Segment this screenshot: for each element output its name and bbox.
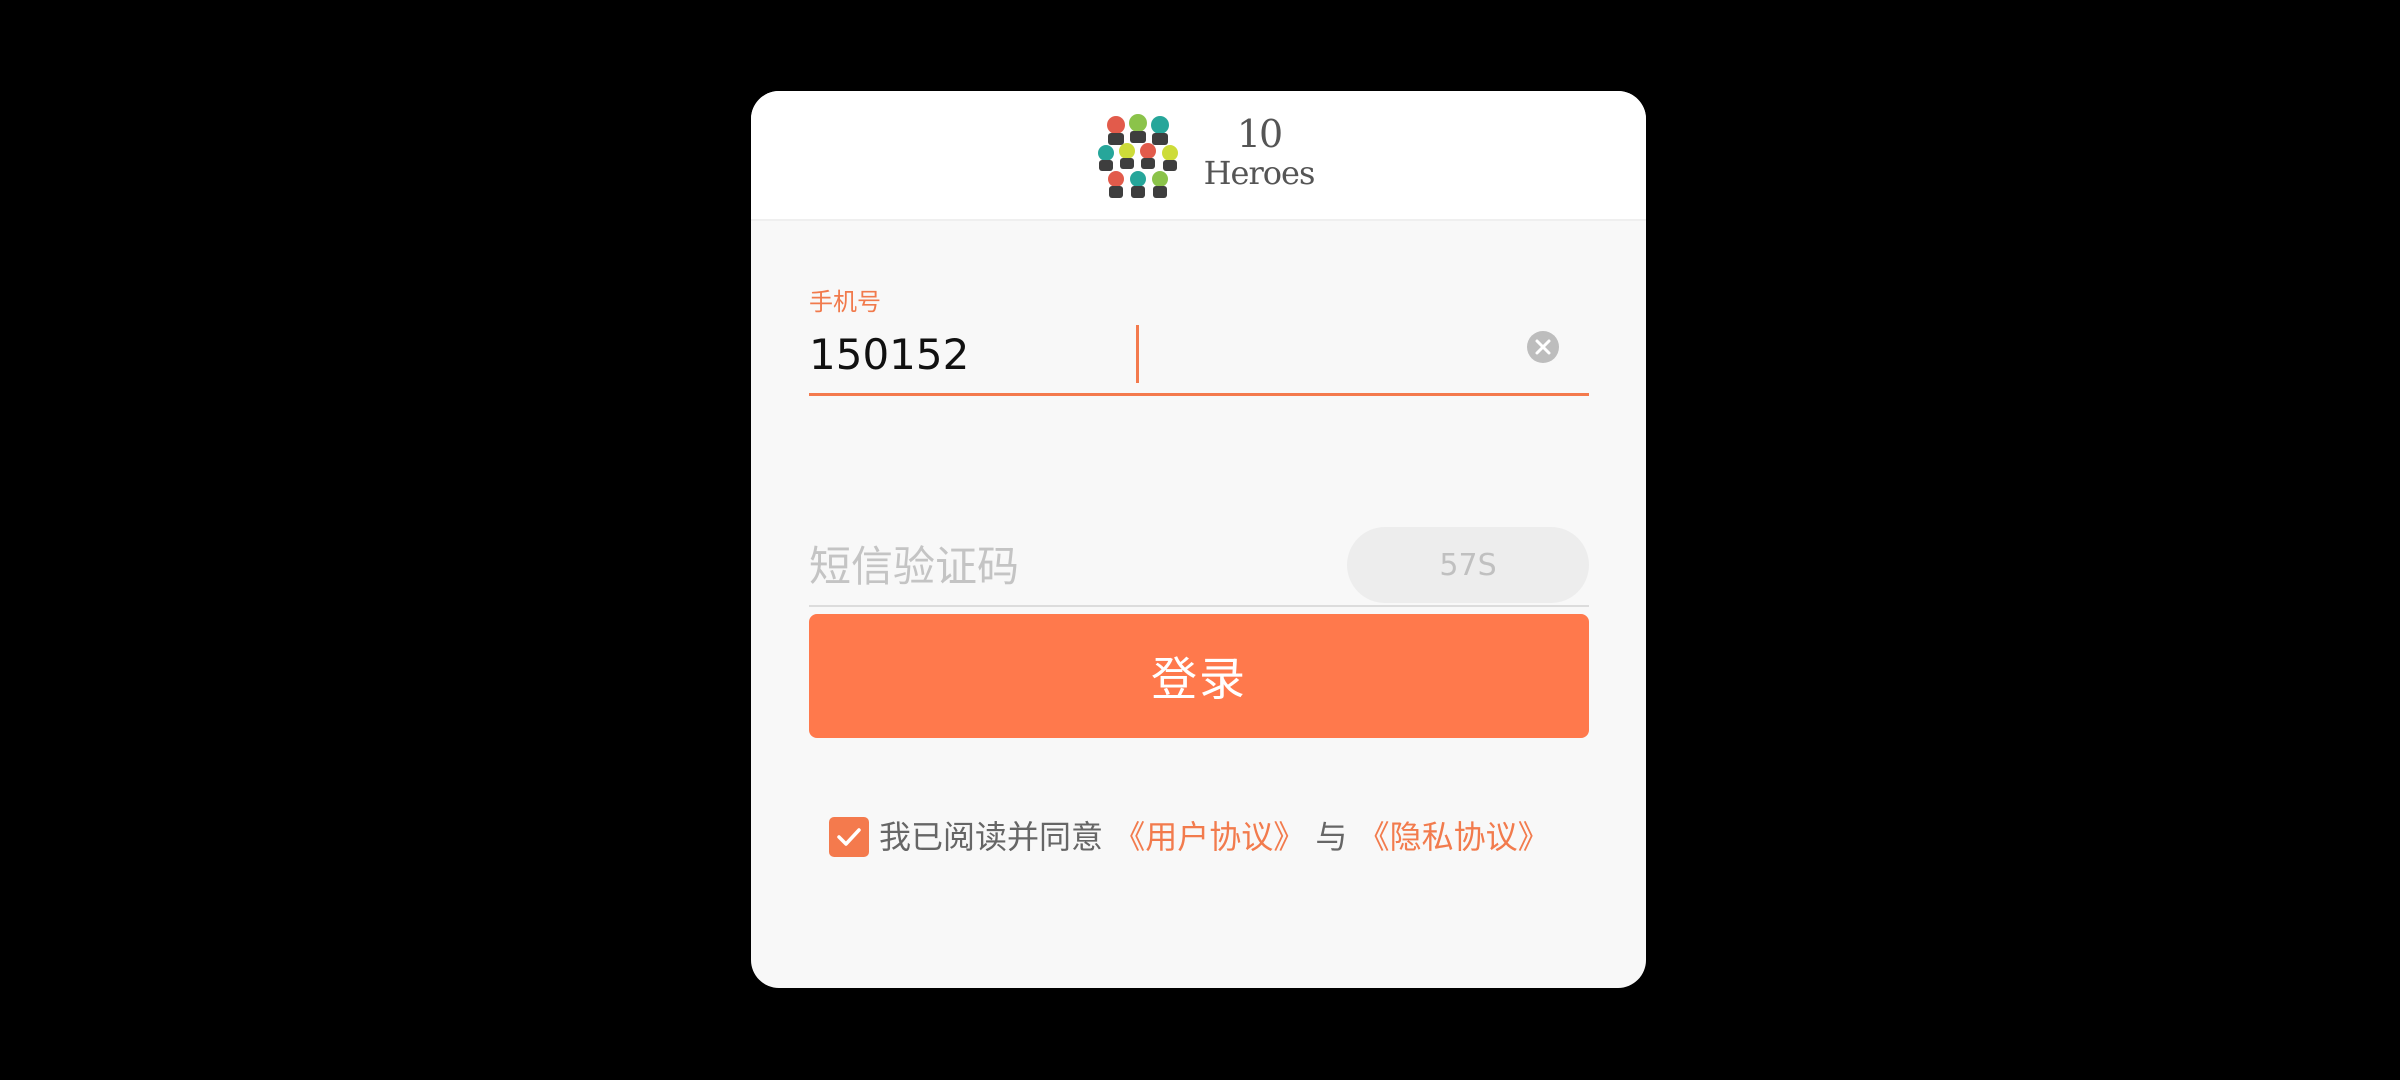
phone-field[interactable]: 150152	[809, 321, 1589, 396]
login-button[interactable]: 登录	[809, 614, 1589, 738]
login-dialog: 10 Heroes 手机号 150152 57S 登录 我已阅读并同意 《用户协…	[751, 91, 1646, 988]
text-caret	[1136, 325, 1139, 383]
phone-input-value[interactable]: 150152	[809, 327, 969, 383]
send-code-button[interactable]: 57S	[1347, 527, 1589, 603]
sms-code-field: 57S	[809, 527, 1589, 607]
brand-number: 10	[1236, 112, 1283, 156]
clear-circle-icon[interactable]	[1527, 331, 1559, 363]
brand-word: Heroes	[1203, 154, 1316, 192]
privacy-agreement-link[interactable]: 《隐私协议》	[1358, 818, 1550, 856]
agreement-and: 与	[1315, 818, 1348, 856]
agreement-prefix: 我已阅读并同意	[879, 818, 1104, 856]
heroes-logo-icon	[1098, 114, 1178, 198]
phone-label: 手机号	[809, 288, 881, 316]
sms-code-input[interactable]	[809, 537, 1309, 595]
agreement-row: 我已阅读并同意 《用户协议》 与 《隐私协议》	[829, 813, 1589, 861]
dialog-header: 10 Heroes	[751, 91, 1646, 221]
agree-checkbox[interactable]	[829, 817, 869, 857]
brand-wordmark: 10 Heroes	[1194, 113, 1324, 197]
agreement-text: 我已阅读并同意 《用户协议》 与 《隐私协议》	[879, 813, 1550, 861]
user-agreement-link[interactable]: 《用户协议》	[1113, 818, 1305, 856]
brand-logo: 10 Heroes	[1096, 109, 1326, 201]
checkmark-icon	[837, 828, 861, 846]
